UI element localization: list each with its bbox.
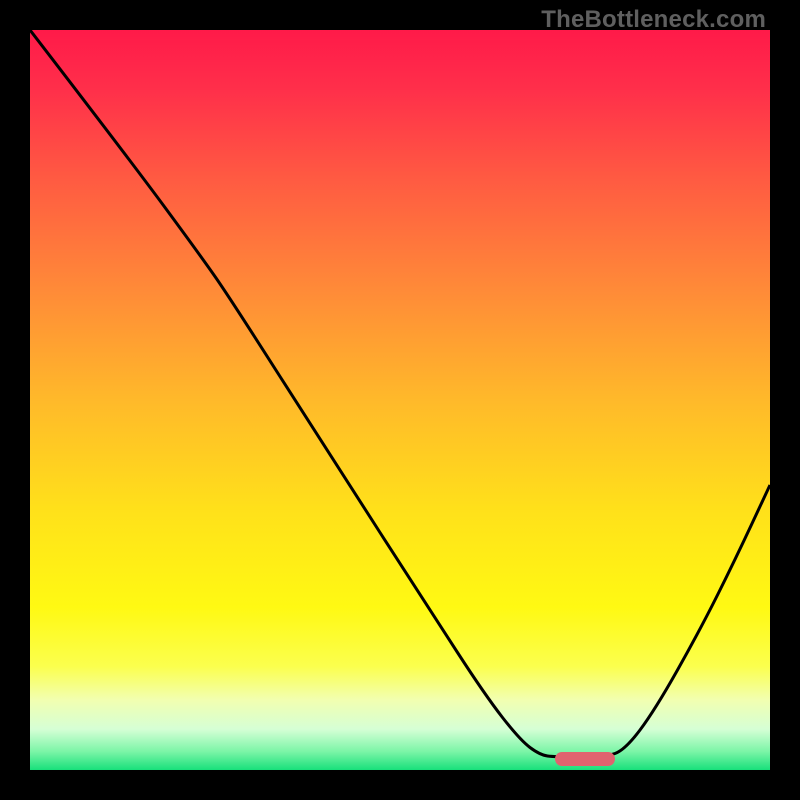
optimal-marker [555,752,615,766]
gradient-background [30,30,770,770]
bottleneck-chart [30,30,770,770]
chart-frame [30,30,770,770]
